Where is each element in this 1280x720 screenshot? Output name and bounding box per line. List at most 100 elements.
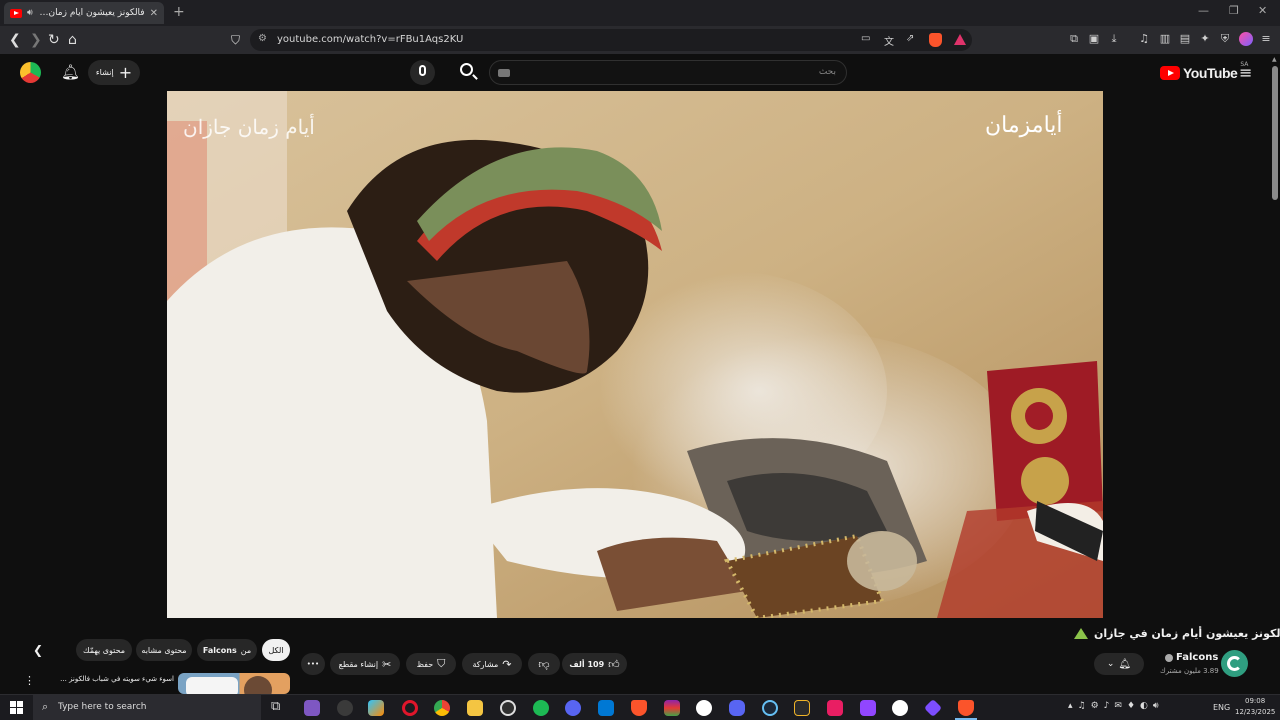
forward-icon[interactable]: ❯ [30,32,42,48]
windows-taskbar: ⌕ Type here to search ⧉ ▴♫⚙♪✉♦◐🔊︎ ENG 09… [0,694,1280,720]
like-button[interactable]: 109 ألف 👍︎ [562,653,627,675]
taskbar-search-icon: ⌕ [42,700,49,713]
youtube-logo[interactable]: YouTube SA [1160,61,1248,81]
browser-toolbar: ❮ ❯ ↻ ⌂ ⛉ ⚙ youtube.com/watch?v=rFBu1Aqs… [0,26,1280,54]
sidebar-icon[interactable]: ▥ [1158,32,1172,46]
video-player[interactable]: أيام زمان جازان أيامزمان [167,91,1103,618]
obs-icon[interactable] [500,700,516,716]
app-mm-icon[interactable] [794,700,810,716]
clip-label: إنشاء مقطع [338,659,379,669]
g-app-icon[interactable] [696,700,712,716]
thumbs-up-icon: 👍︎ [608,657,620,671]
window-app-icon[interactable] [598,700,614,716]
video-title-row: فالكونز يعيشون أيام زمان في جازان [1074,627,1280,640]
spotify-icon[interactable] [533,700,549,716]
twitch-icon[interactable] [860,700,876,716]
youtube-favicon-icon [10,8,22,18]
copilot-icon[interactable] [368,700,384,716]
brave-rewards-icon[interactable] [954,34,966,45]
app-purple-icon[interactable] [923,698,943,718]
game-app-icon[interactable] [304,700,320,716]
media-icon[interactable]: ♫ [1137,32,1151,46]
cast-icon[interactable]: ▭ [861,33,870,44]
voice-search-button[interactable] [410,60,435,85]
brave-active-icon[interactable] [958,700,974,716]
minimize-button[interactable]: — [1198,4,1209,17]
save-button[interactable]: حفظ ⛉ [406,653,456,675]
screenshot-icon[interactable]: ▣ [1087,32,1101,46]
site-info-icon[interactable]: ⚙ [258,33,267,44]
speaker-icon[interactable]: 🔊︎ [27,8,33,18]
new-tab-button[interactable]: + [173,4,185,20]
brave-shield-icon[interactable] [929,33,942,47]
create-label: إنشاء [95,68,114,77]
discord-icon[interactable] [729,700,745,716]
leo-ai-icon[interactable]: ✦ [1198,32,1212,46]
home-icon[interactable]: ⌂ [68,32,77,48]
account-avatar[interactable] [20,62,41,83]
recommendation-thumbnail[interactable] [178,673,290,694]
guide-menu-icon[interactable]: ≡ [1239,63,1252,82]
opera-icon[interactable] [402,700,418,716]
share-button[interactable]: مشاركة ↷ [462,653,522,675]
watermark-right: أيامزمان [985,113,1063,138]
bookmark-icon[interactable]: ⛉ [231,32,240,48]
task-view-icon[interactable]: ⧉ [271,699,280,714]
chip-from-channel[interactable]: Falcons من [197,639,257,661]
back-icon[interactable]: ❮ [9,32,21,48]
chip-all[interactable]: الكل [262,639,290,661]
scrollbar-thumb[interactable] [1272,66,1278,200]
close-tab-icon[interactable]: ✕ [150,8,158,19]
chrome-icon[interactable] [434,700,450,716]
app-pink-icon[interactable] [827,700,843,716]
scroll-up-icon[interactable]: ▲ [1272,56,1277,63]
menu-icon[interactable]: ≡ [1259,32,1273,46]
language-indicator[interactable]: ENG [1213,703,1230,712]
subscription-bell-button[interactable]: ⌄ 🔔︎ [1094,653,1144,675]
page-scrollbar[interactable]: ▲ [1270,54,1280,694]
reload-icon[interactable]: ↻ [48,32,60,48]
chips-scroll-left-icon[interactable]: ❮ [33,643,43,657]
more-actions-button[interactable]: ••• [301,653,325,675]
channel-name[interactable]: Falcons [1176,652,1218,663]
address-field[interactable]: ⚙ youtube.com/watch?v=rFBu1Aqs2KU ▭ 文 ⇗ [250,29,972,51]
more-icon: ••• [306,660,320,668]
winrar-icon[interactable] [664,700,680,716]
dislike-button[interactable]: 👎︎ [528,653,560,675]
wallet-icon[interactable]: ▤ [1178,32,1192,46]
maximize-button[interactable]: ❐ [1229,4,1239,17]
clip-button[interactable]: إنشاء مقطع ✂ [330,653,400,675]
search-input[interactable]: بحث [489,60,847,85]
chip-related[interactable]: محتوى مشابه [136,639,192,661]
extensions-icon[interactable]: ⧉ [1067,32,1081,46]
translate-icon[interactable]: 文 [884,33,894,48]
scissors-icon: ✂ [382,657,392,671]
discord-alt-icon[interactable] [565,700,581,716]
brave-icon[interactable] [631,700,647,716]
windows-start-icon[interactable] [10,701,23,714]
channel-avatar[interactable] [1221,650,1248,677]
browser-tab[interactable]: ✕ فالكونز يعيشون أيام زمان في جازان 🔊︎ [4,2,164,24]
notifications-icon[interactable]: 🔔︎ [61,63,80,81]
recommendation-menu-icon[interactable]: ⋮ [24,674,35,687]
share-page-icon[interactable]: ⇗ [906,33,914,44]
close-window-button[interactable]: ✕ [1258,4,1267,17]
clock-time[interactable]: 09:08 [1245,697,1265,705]
plus-icon: + [118,62,133,82]
vpn-icon[interactable]: ⛨ [1218,32,1232,46]
search-placeholder: بحث [818,67,836,77]
chip-for-you[interactable]: محتوى يهمّك [76,639,132,661]
g-app-2-icon[interactable] [892,700,908,716]
steam-icon[interactable] [762,700,778,716]
recommendation-title[interactable]: اسوء شيء سويته في شباب فالكونز ... [60,675,174,684]
create-button[interactable]: إنشاء + [88,60,140,85]
search-icon[interactable] [460,63,473,76]
file-explorer-icon[interactable] [467,700,483,716]
system-tray-icons[interactable]: ▴♫⚙♪✉♦◐🔊︎ [1068,701,1164,711]
profile-icon[interactable] [1239,32,1253,46]
clock-date[interactable]: 12/23/2025 [1235,708,1275,716]
download-icon[interactable]: ⤓ [1107,32,1121,46]
taskbar-search-box[interactable]: ⌕ Type here to search [33,695,261,720]
settings-app-icon[interactable] [337,700,353,716]
keyboard-icon[interactable] [498,69,510,77]
